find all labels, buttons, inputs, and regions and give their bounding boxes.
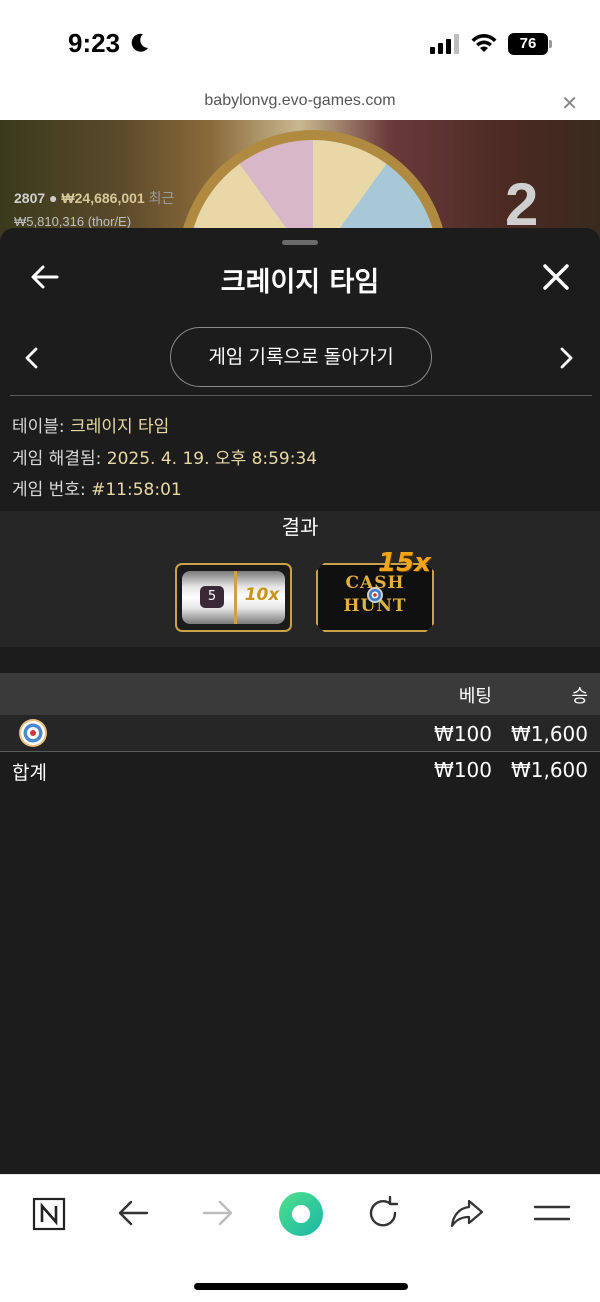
- cash-hunt-multiplier: 15x: [378, 548, 431, 578]
- wifi-icon: [471, 34, 497, 52]
- total-win: ₩1,600: [510, 758, 588, 782]
- battery-indicator: 76: [508, 33, 552, 55]
- browser-toolbar: [0, 1174, 600, 1302]
- home-indicator: [194, 1283, 408, 1290]
- total-label: 합계: [12, 762, 47, 784]
- naver-n-icon[interactable]: [30, 1193, 70, 1233]
- back-arrow-icon[interactable]: [113, 1193, 153, 1233]
- cash-hunt-target-icon: [19, 719, 47, 747]
- slot-separator: [234, 571, 237, 624]
- total-bet: ₩100: [434, 758, 492, 782]
- forward-arrow-icon[interactable]: [198, 1193, 238, 1233]
- table-header: [0, 673, 600, 715]
- balance-suffix: 최근: [148, 190, 175, 206]
- share-icon[interactable]: [447, 1193, 487, 1233]
- chevron-left-icon[interactable]: [22, 346, 42, 370]
- close-icon[interactable]: [541, 262, 571, 292]
- game-sub-line: ₩5,810,316 (thor/E): [14, 214, 132, 229]
- close-icon[interactable]: ✕: [561, 91, 578, 115]
- status-time: 9:23: [68, 28, 121, 58]
- balance: ₩24,686,001: [61, 190, 145, 206]
- game-stats: 2807 ● ₩24,686,001 최근: [14, 188, 174, 208]
- green-dot-icon[interactable]: [278, 1191, 324, 1237]
- url-bar[interactable]: babylonvg.evo-games.com ✕: [0, 88, 600, 120]
- chevron-right-icon[interactable]: [556, 346, 576, 370]
- back-to-history-button[interactable]: 게임 기록으로 돌아가기: [170, 327, 432, 387]
- info-resolved-label: 게임 해결됨:: [12, 449, 102, 469]
- header-bet: 베팅: [458, 686, 492, 707]
- row-bet: ₩100: [434, 722, 492, 746]
- status-bar: 9:23 76: [0, 0, 600, 90]
- battery-tip: [549, 40, 552, 48]
- slot-reel: 5 10x: [182, 571, 285, 624]
- moon-icon: [131, 33, 148, 52]
- info-resolved-value: 2025. 4. 19. 오후 8:59:34: [106, 449, 318, 469]
- info-game-number: 게임 번호: #11:58:01: [12, 475, 182, 500]
- slot-multiplier: 10x: [244, 585, 280, 605]
- game-detail-panel: 크레이지 타임 게임 기록으로 돌아가기 테이블: 크레이지 타임 게임 해결됨…: [0, 228, 600, 1174]
- info-game-number-value: #11:58:01: [91, 480, 182, 500]
- drag-handle[interactable]: [282, 240, 318, 245]
- menu-icon[interactable]: [532, 1193, 572, 1233]
- panel-title: 크레이지 타임: [220, 267, 380, 298]
- row-win: ₩1,600: [510, 722, 588, 746]
- info-table: 테이블: 크레이지 타임: [12, 412, 169, 437]
- divider: [0, 751, 600, 752]
- url-text[interactable]: babylonvg.evo-games.com: [0, 92, 600, 110]
- battery-level: 76: [508, 33, 548, 55]
- top-slot-result: 5 10x: [175, 563, 292, 632]
- result-title: 결과: [281, 515, 319, 539]
- refresh-icon[interactable]: [363, 1193, 403, 1233]
- divider: [10, 395, 592, 396]
- user-icon: ●: [49, 190, 62, 206]
- player-count: 2807: [14, 190, 46, 206]
- slot-number: 5: [200, 586, 224, 608]
- info-table-value: 크레이지 타임: [70, 417, 170, 437]
- info-resolved: 게임 해결됨: 2025. 4. 19. 오후 8:59:34: [12, 444, 317, 469]
- header-win: 승: [571, 686, 588, 707]
- cellular-signal-icon: [430, 34, 459, 54]
- info-table-label: 테이블:: [12, 417, 65, 437]
- target-icon: [367, 587, 383, 603]
- info-game-number-label: 게임 번호:: [12, 480, 86, 500]
